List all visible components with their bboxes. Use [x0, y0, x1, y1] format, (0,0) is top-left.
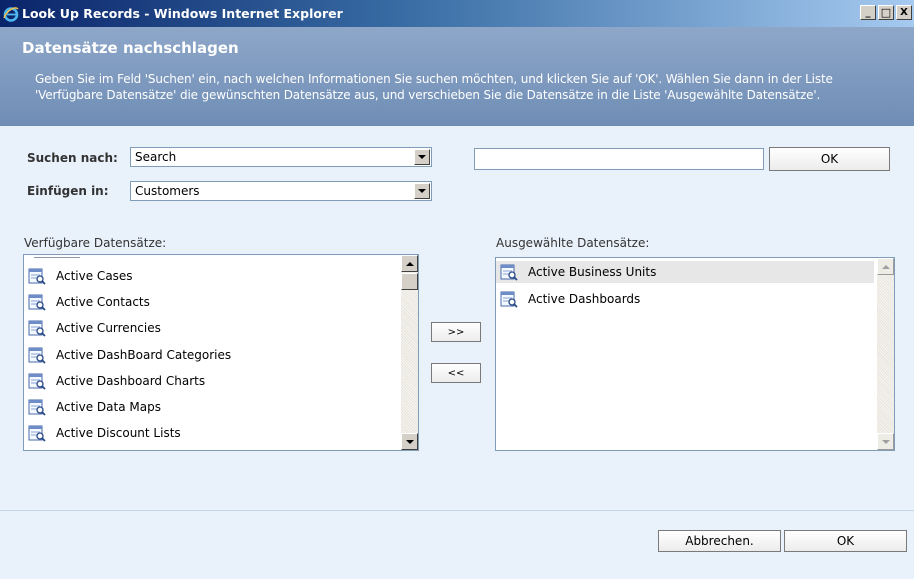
- maximize-button[interactable]: □: [878, 5, 894, 20]
- list-item-label: Active Business Units: [528, 265, 657, 279]
- record-icon: [500, 263, 518, 281]
- insert-in-label: Einfügen in:: [27, 184, 109, 198]
- record-icon: [28, 372, 46, 390]
- chevron-down-icon[interactable]: [414, 149, 430, 165]
- available-records-list[interactable]: Active Cases Active Contacts Active Curren…: [23, 254, 419, 451]
- list-item[interactable]: Active DashBoard Categories: [28, 344, 231, 366]
- window-controls: _ □ X: [860, 5, 912, 20]
- insert-in-select[interactable]: Customers: [130, 181, 432, 201]
- add-selected-button[interactable]: >>: [431, 322, 481, 342]
- search-input[interactable]: [474, 148, 764, 170]
- list-item-label: Active Cases: [56, 269, 133, 283]
- search-ok-button[interactable]: OK: [769, 147, 890, 171]
- scroll-thumb[interactable]: [401, 273, 418, 290]
- list-item-label: Active Contacts: [56, 295, 150, 310]
- selected-scrollbar[interactable]: [877, 258, 894, 450]
- record-icon: [28, 293, 46, 311]
- available-scrollbar[interactable]: [401, 255, 418, 450]
- list-item[interactable]: Active Discount Lists: [28, 422, 181, 444]
- footer-divider: [0, 510, 914, 511]
- list-item-label: Active Currencies: [56, 321, 161, 336]
- list-item[interactable]: Active Dashboard Charts: [28, 370, 205, 392]
- close-icon: X: [900, 6, 908, 18]
- search-for-label: Suchen nach:: [27, 151, 118, 165]
- dialog-description: Geben Sie im Feld 'Suchen' ein, nach wel…: [35, 72, 833, 102]
- window-title: Look Up Records - Windows Internet Explo…: [22, 6, 343, 21]
- scroll-down-button[interactable]: [401, 433, 418, 450]
- record-icon: [28, 267, 46, 285]
- available-records-label: Verfügbare Datensätze:: [24, 236, 167, 250]
- record-icon: [28, 424, 46, 442]
- record-icon: [28, 398, 46, 416]
- maximize-icon: □: [880, 6, 892, 19]
- dialog-header: Datensätze nachschlagen Geben Sie im Fel…: [0, 27, 914, 126]
- insert-in-value: Customers: [135, 184, 200, 198]
- dialog-title: Datensätze nachschlagen: [22, 39, 239, 57]
- chevron-down-icon[interactable]: [414, 183, 430, 199]
- search-for-value: Search: [135, 150, 177, 164]
- remove-selected-button[interactable]: <<: [431, 363, 481, 383]
- selected-records-label: Ausgewählte Datensätze:: [496, 236, 650, 250]
- record-icon: [28, 346, 46, 364]
- list-item[interactable]: Active Currencies: [28, 317, 161, 339]
- selected-records-list[interactable]: Active Business Units Active Dashboards: [495, 257, 895, 451]
- internet-explorer-icon: [3, 6, 19, 22]
- minimize-icon: _: [865, 6, 871, 18]
- list-item[interactable]: Active Cases: [28, 265, 133, 287]
- list-item[interactable]: Active Business Units: [496, 261, 874, 283]
- minimize-button[interactable]: _: [860, 5, 876, 20]
- list-item-label: Active Data Maps: [56, 400, 161, 414]
- ok-button[interactable]: OK: [784, 530, 907, 552]
- window-titlebar: Look Up Records - Windows Internet Explo…: [0, 0, 914, 27]
- close-button[interactable]: X: [896, 5, 912, 20]
- list-item[interactable]: Active Data Maps: [28, 396, 161, 418]
- list-item[interactable]: Active Contacts: [28, 291, 150, 313]
- list-item-label: Active Dashboards: [528, 291, 641, 306]
- scroll-down-button[interactable]: [877, 433, 894, 450]
- list-item-label: Active Dashboard Charts: [56, 373, 206, 388]
- list-item-label: Active Discount Lists: [56, 426, 181, 441]
- scroll-up-button[interactable]: [877, 258, 894, 275]
- list-item[interactable]: Active Dashboards: [500, 288, 640, 310]
- partial-item-icon: [34, 255, 80, 258]
- scroll-up-button[interactable]: [401, 255, 418, 272]
- search-for-select[interactable]: Search: [130, 147, 432, 167]
- list-item-label: Active DashBoard Categories: [56, 347, 232, 362]
- record-icon: [500, 290, 518, 308]
- cancel-button[interactable]: Abbrechen.: [658, 530, 781, 552]
- record-icon: [28, 319, 46, 338]
